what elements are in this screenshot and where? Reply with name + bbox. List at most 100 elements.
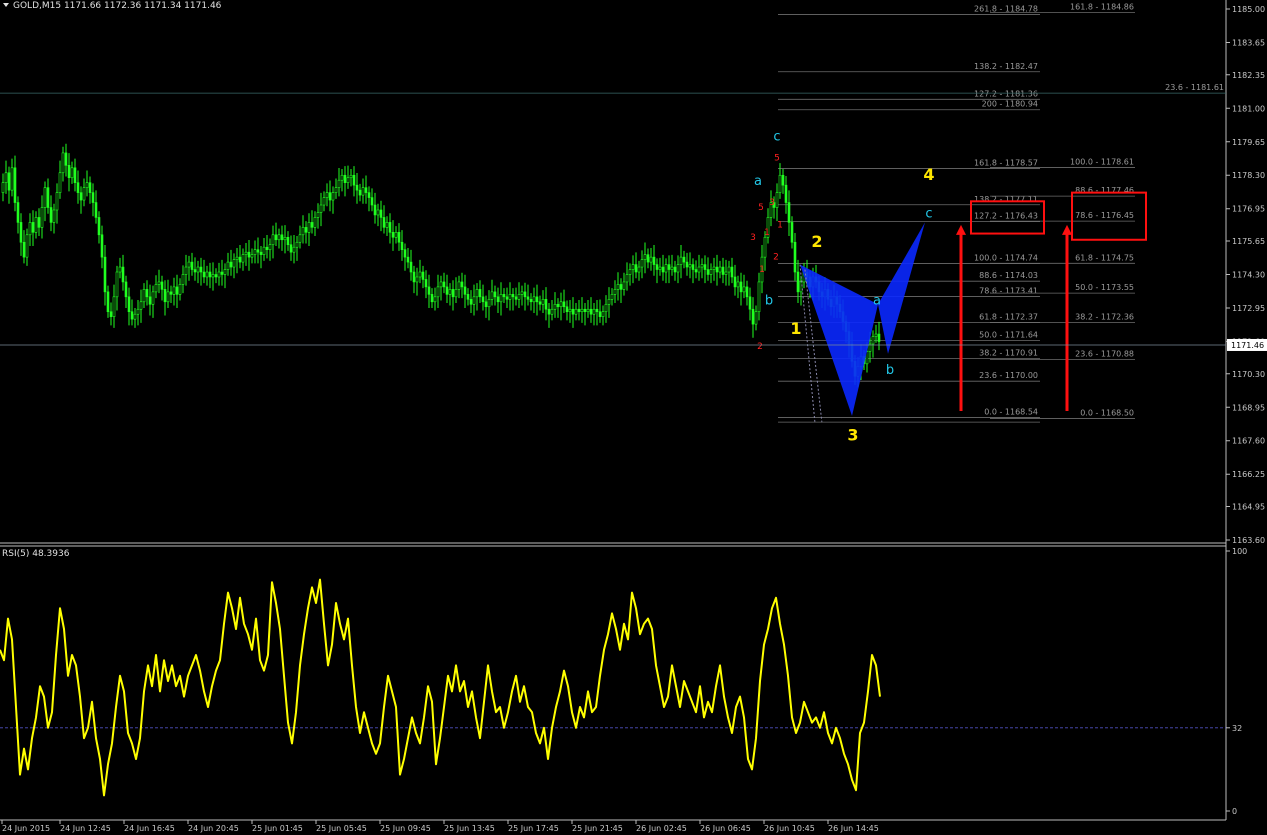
price-tick-label: 1176.95: [1232, 205, 1265, 214]
candle-body: [427, 286, 431, 295]
candle-body: [787, 202, 791, 223]
candle-body: [790, 222, 794, 243]
candle-body: [580, 308, 584, 313]
candle-body: [40, 207, 44, 228]
candle-body: [724, 271, 728, 275]
candle-body: [19, 222, 23, 243]
candle-body: [775, 192, 779, 208]
candle-body: [499, 294, 503, 303]
price-tick-label: 1172.95: [1232, 304, 1265, 313]
candle-body: [712, 266, 716, 270]
wave-label-red: 2: [757, 342, 763, 352]
time-tick-label: 25 Jun 13:45: [444, 824, 495, 833]
wave-label-cyan: a: [754, 174, 762, 189]
candle-body: [244, 251, 248, 255]
wave-label-wave: 2: [811, 232, 822, 251]
time-tick-label: 26 Jun 02:45: [636, 824, 687, 833]
candle-body: [562, 301, 566, 308]
candle-body: [229, 261, 233, 268]
candle-body: [193, 269, 197, 273]
candle-body: [457, 281, 461, 290]
candle-body: [424, 279, 428, 288]
candle-body: [124, 281, 128, 298]
fib-left-label: 127.2 - 1181.36: [974, 89, 1038, 98]
candle-body: [181, 274, 185, 285]
price-tick-label: 1178.30: [1232, 171, 1265, 180]
candle-body: [460, 281, 464, 288]
candle-body: [670, 266, 674, 270]
rsi-tick-label: 0: [1232, 807, 1237, 816]
candle-body: [163, 289, 167, 303]
candle-body: [643, 254, 647, 260]
candle-body: [55, 192, 59, 211]
chart-canvas[interactable]: 261.8 - 1184.78138.2 - 1182.47127.2 - 11…: [0, 0, 1267, 835]
candle-body: [733, 276, 737, 288]
candle-body: [382, 217, 386, 228]
fib-left-label: 38.2 - 1170.91: [979, 349, 1038, 358]
candle-body: [4, 172, 8, 183]
candle-body: [214, 274, 218, 278]
candle-body: [727, 266, 731, 273]
fib-right-label: 23.6 - 1170.88: [1075, 349, 1134, 358]
candle-body: [94, 202, 98, 218]
fib-left-label: 50.0 - 1171.64: [979, 331, 1038, 340]
fib-right-label: 50.0 - 1173.55: [1075, 283, 1134, 292]
candle-body: [571, 308, 575, 315]
price-tick-label: 1182.35: [1232, 71, 1265, 80]
candle-body: [544, 299, 548, 310]
candle-body: [709, 269, 713, 275]
candle-body: [736, 281, 740, 288]
wave-label-red: 1: [759, 265, 765, 275]
price-tick-label: 1175.65: [1232, 237, 1265, 246]
time-tick-label: 24 Jun 16:45: [124, 824, 175, 833]
candle-body: [778, 174, 782, 193]
candle-body: [313, 217, 317, 228]
candle-body: [607, 299, 611, 305]
candle-body: [511, 294, 515, 298]
candle-body: [877, 333, 881, 342]
candle-body: [481, 296, 485, 303]
candle-body: [133, 313, 137, 320]
candle-body: [505, 296, 509, 300]
candle-body: [517, 294, 521, 300]
candle-body: [514, 296, 518, 300]
candle-body: [613, 289, 617, 295]
candle-body: [547, 308, 551, 315]
wave-label-red: 5: [758, 203, 764, 213]
candle-body: [322, 197, 326, 206]
price-tick-label: 1181.00: [1232, 104, 1265, 113]
candle-body: [187, 261, 191, 268]
candle-body: [361, 187, 365, 196]
candle-body: [103, 256, 107, 293]
candle-body: [151, 291, 155, 305]
fib-left-label: 0.0 - 1168.54: [984, 407, 1038, 416]
candle-body: [226, 261, 230, 270]
candle-body: [82, 187, 86, 201]
fib-right-label: 0.0 - 1168.50: [1080, 408, 1134, 417]
candle-body: [247, 251, 251, 258]
time-tick-label: 24 Jun 12:45: [60, 824, 111, 833]
candle-body: [439, 281, 443, 288]
fib-right-label: 100.0 - 1178.61: [1070, 158, 1134, 167]
candle-body: [7, 172, 11, 191]
candle-body: [358, 189, 362, 196]
candle-body: [634, 264, 638, 273]
wave-label-wave: 1: [790, 319, 801, 338]
price-tick-label: 1166.25: [1232, 470, 1265, 479]
candle-body: [625, 274, 629, 283]
candle-body: [73, 167, 77, 183]
candle-body: [604, 303, 608, 313]
candle-body: [871, 336, 875, 345]
candle-body: [757, 281, 761, 313]
candle-body: [211, 274, 215, 278]
candle-body: [169, 291, 173, 295]
candle-body: [328, 192, 332, 201]
candle-body: [349, 174, 353, 179]
candle-body: [373, 204, 377, 216]
candle-body: [190, 261, 194, 270]
candle-body: [484, 301, 488, 308]
time-tick-label: 26 Jun 14:45: [828, 824, 879, 833]
candle-body: [166, 291, 170, 303]
wave-label-red: 1: [777, 220, 783, 230]
candle-body: [172, 286, 176, 295]
